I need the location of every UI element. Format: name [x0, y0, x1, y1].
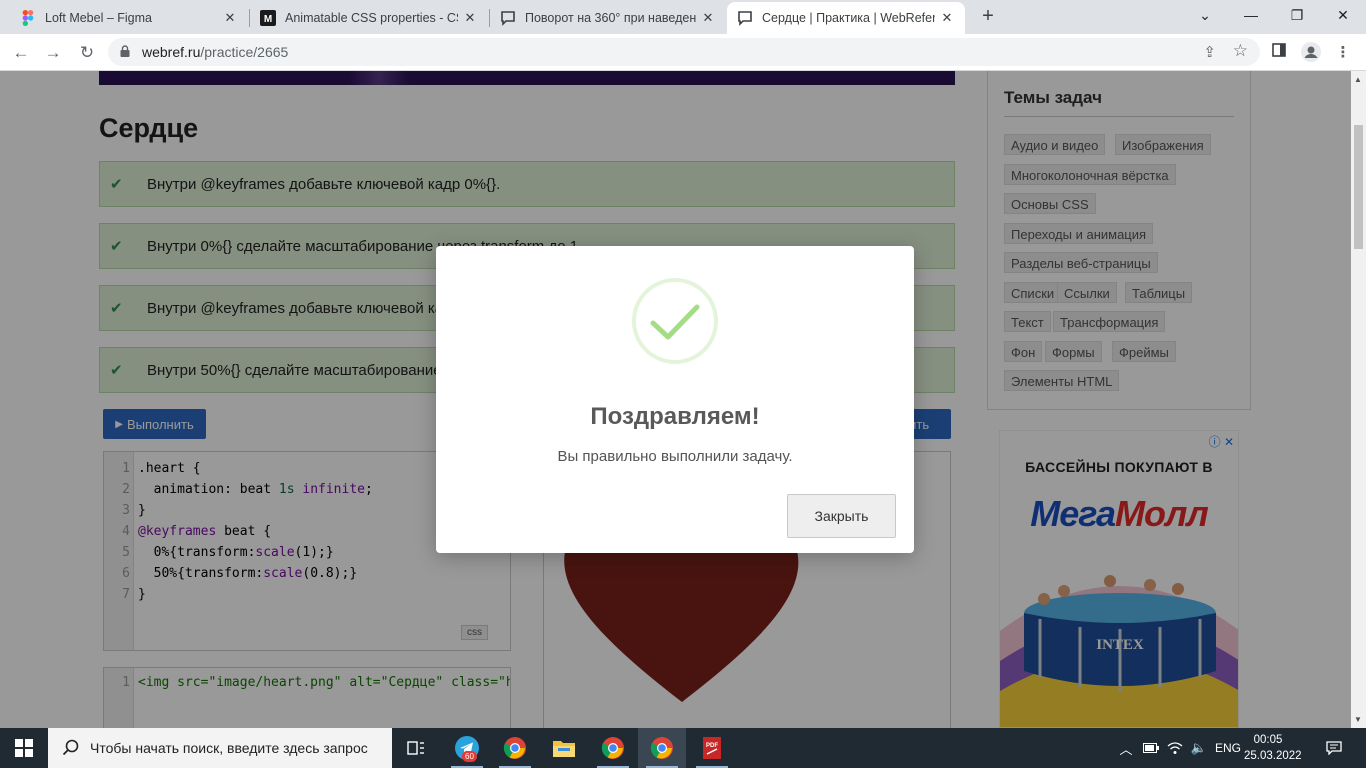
success-check-icon [631, 277, 719, 365]
windows-start-icon[interactable] [0, 728, 48, 768]
modal-message: Вы правильно выполнили задачу. [557, 448, 793, 465]
tab-title: Сердце | Практика | WebReference [762, 11, 935, 25]
url-text: webref.ru/practice/2665 [142, 44, 289, 60]
svg-text:M: M [264, 14, 272, 25]
browser-toolbar: ← → ↻ webref.ru/practice/2665 ⇪ ☆ ⋮ [0, 34, 1366, 71]
restore-icon[interactable]: ❐ [1274, 0, 1320, 30]
close-tab-icon[interactable]: ✕ [700, 10, 716, 26]
share-icon[interactable]: ⇪ [1203, 43, 1216, 61]
tab-rotate[interactable]: Поворот на 360° при наведении ✕ [490, 2, 726, 34]
mdn-icon: M [260, 10, 276, 26]
close-tab-icon[interactable]: ✕ [222, 10, 238, 26]
tab-strip: Loft Mebel – Figma ✕ M Animatable CSS pr… [0, 0, 1366, 34]
chrome-icon[interactable] [589, 728, 637, 768]
close-window-icon[interactable]: ✕ [1320, 0, 1366, 30]
back-icon[interactable]: ← [8, 40, 34, 66]
close-tab-icon[interactable]: ✕ [462, 10, 478, 26]
page-scrollbar[interactable]: ▲ ▼ [1351, 71, 1366, 728]
windows-taskbar: Чтобы начать поиск, введите здесь запрос… [0, 728, 1366, 768]
forward-icon[interactable]: → [40, 40, 66, 66]
battery-icon[interactable] [1140, 728, 1162, 768]
tab-figma[interactable]: Loft Mebel – Figma ✕ [10, 2, 248, 34]
notifications-icon[interactable] [1318, 728, 1350, 768]
modal-title: Поздравляем! [590, 403, 760, 430]
tab-title: Поворот на 360° при наведении [525, 11, 696, 25]
tab-search-icon[interactable]: ⌄ [1182, 0, 1228, 30]
svg-text:PDF: PDF [706, 743, 718, 749]
comment-icon [737, 10, 753, 26]
sidepanel-icon[interactable] [1268, 42, 1290, 64]
comment-icon [500, 10, 516, 26]
tab-mdn[interactable]: M Animatable CSS properties - CSS: ✕ [250, 2, 488, 34]
scrollbar-thumb[interactable] [1354, 125, 1363, 249]
clock-date: 25.03.2022 [1244, 750, 1302, 762]
reload-icon[interactable]: ↻ [74, 40, 100, 66]
profile-avatar-icon[interactable] [1300, 42, 1322, 64]
minimize-icon[interactable]: — [1228, 0, 1274, 30]
search-placeholder: Чтобы начать поиск, введите здесь запрос [90, 740, 368, 756]
chrome-icon[interactable] [491, 728, 539, 768]
language-indicator[interactable]: ENG [1212, 728, 1244, 768]
task-view-icon[interactable] [392, 728, 440, 768]
taskbar-search[interactable]: Чтобы начать поиск, введите здесь запрос [48, 728, 392, 768]
tab-heart-active[interactable]: Сердце | Практика | WebReference ✕ [727, 2, 965, 34]
telegram-icon[interactable] [443, 728, 491, 768]
tray-overflow-icon[interactable]: ︿ [1116, 728, 1136, 768]
scroll-up-icon[interactable]: ▲ [1354, 75, 1362, 84]
clock-time: 00:05 [1253, 734, 1283, 746]
tab-title: Loft Mebel – Figma [45, 11, 152, 25]
new-tab-button[interactable]: + [976, 4, 1000, 28]
lock-icon [120, 45, 130, 57]
bookmark-star-icon[interactable]: ☆ [1233, 41, 1248, 61]
search-icon [62, 739, 79, 756]
volume-icon[interactable]: 🔈 [1188, 728, 1210, 768]
pdf-reader-icon[interactable]: PDF [688, 728, 736, 768]
address-bar[interactable]: webref.ru/practice/2665 ⇪ ☆ [108, 38, 1260, 66]
menu-kebab-icon[interactable]: ⋮ [1332, 42, 1354, 64]
chrome-icon[interactable] [638, 728, 686, 768]
figma-icon [20, 10, 36, 26]
file-explorer-icon[interactable] [540, 728, 588, 768]
wifi-icon[interactable] [1164, 728, 1186, 768]
success-modal: Поздравляем! Вы правильно выполнили зада… [436, 246, 914, 553]
clock[interactable]: 00:05 25.03.2022 [1244, 732, 1302, 764]
close-tab-icon[interactable]: ✕ [939, 10, 955, 26]
telegram-badge: 60 [462, 751, 477, 762]
close-modal-button[interactable]: Закрыть [787, 494, 896, 538]
scroll-down-icon[interactable]: ▼ [1354, 715, 1362, 724]
tab-title: Animatable CSS properties - CSS: [285, 11, 458, 25]
